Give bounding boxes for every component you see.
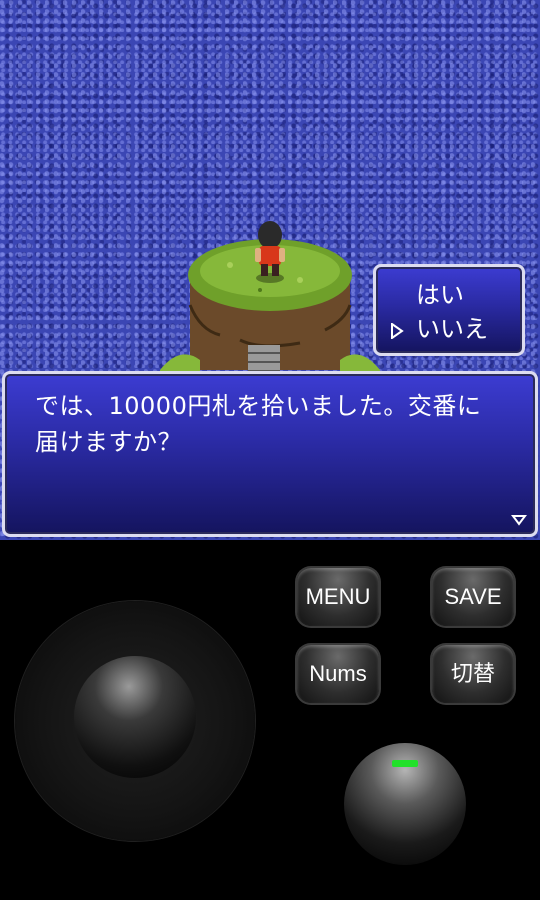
switch-button[interactable]: 切替 <box>432 645 514 703</box>
choice-menu: はい いいえ <box>373 264 525 356</box>
joystick-knob[interactable] <box>74 656 196 778</box>
nums-button[interactable]: Nums <box>297 645 379 703</box>
save-button[interactable]: SAVE <box>432 568 514 626</box>
game-screen[interactable]: はい いいえ では、10000円札を拾いました。交番に 届けますか？ <box>0 0 540 540</box>
action-button[interactable] <box>344 743 466 865</box>
option-yes[interactable]: はい <box>416 281 464 309</box>
option-no[interactable]: いいえ <box>416 315 488 343</box>
player-character <box>255 221 285 283</box>
more-indicator-icon <box>511 515 527 526</box>
message-line-1: では、10000円札を拾いました。交番に <box>35 392 482 420</box>
menu-button[interactable]: MENU <box>297 568 379 626</box>
message-line-2: 届けますか？ <box>35 428 182 456</box>
action-led-indicator <box>392 760 418 767</box>
virtual-joystick[interactable] <box>15 601 255 841</box>
message-text: では、10000円札を拾いました。交番に 届けますか？ <box>35 388 525 460</box>
cursor-triangle-icon <box>391 323 404 339</box>
message-window[interactable]: では、10000円札を拾いました。交番に 届けますか？ <box>2 371 538 537</box>
